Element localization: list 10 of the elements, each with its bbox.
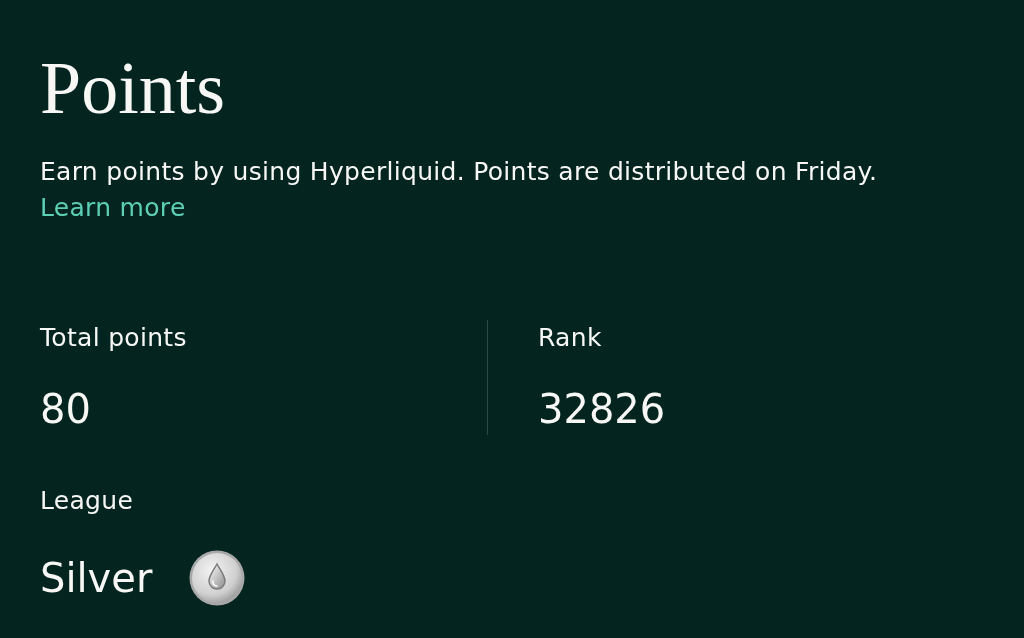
- description-text: Earn points by using Hyperliquid. Points are distributed on Friday.: [40, 156, 879, 188]
- page-title: Points: [40, 52, 227, 124]
- stat-label: Total points: [40, 322, 188, 354]
- learn-more-link[interactable]: Learn more: [40, 190, 186, 226]
- droplet-medal-icon: [189, 550, 246, 606]
- stat-value: 80: [40, 385, 92, 434]
- stat-label: Rank: [538, 322, 603, 354]
- league-value: Silver: [40, 554, 153, 603]
- league-label: League: [40, 485, 135, 517]
- stat-value: 32826: [538, 385, 666, 434]
